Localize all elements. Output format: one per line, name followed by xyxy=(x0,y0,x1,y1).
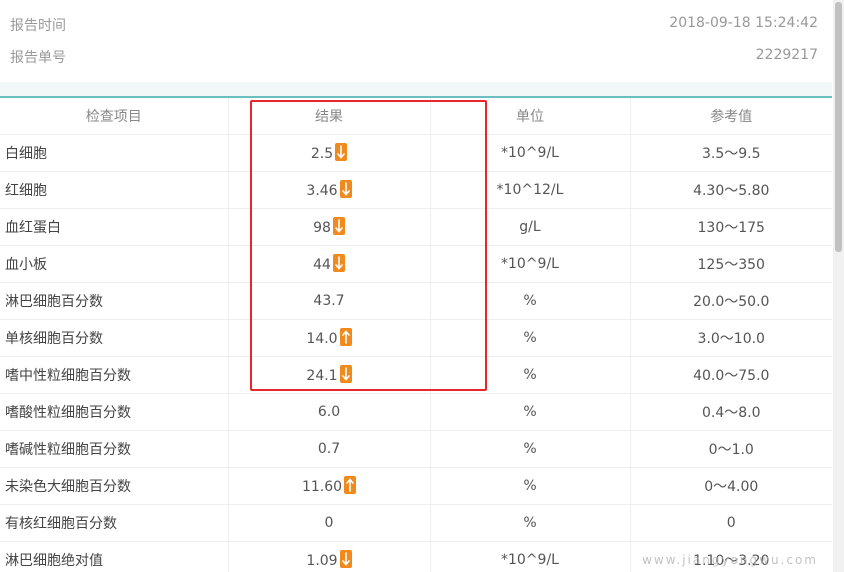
table-row: 红细胞 3.46 *10^12/L 4.30～5.80 xyxy=(0,171,832,209)
unit-cell: % xyxy=(430,393,631,431)
test-item-name: 红细胞 xyxy=(0,171,229,209)
section-gap xyxy=(0,82,832,96)
table-row: 嗜酸性粒细胞百分数 6.0% 0.4～8.0 xyxy=(0,393,832,431)
scrollbar-thumb[interactable] xyxy=(835,2,842,252)
report-number-label: 报告单号 xyxy=(10,50,66,66)
table-row: 白细胞 2.5 *10^9/L 3.5～9.5 xyxy=(0,134,832,172)
column-header-unit: 单位 xyxy=(430,98,631,135)
result-value: 3.46 xyxy=(306,183,338,199)
report-time-value: 2018-09-18 15:24:42 xyxy=(669,15,818,31)
reference-range-cell: 0 xyxy=(630,504,832,542)
test-item-name: 未染色大细胞百分数 xyxy=(0,467,229,505)
result-value: 98 xyxy=(313,220,331,236)
report-header: 报告时间 2018-09-18 15:24:42 报告单号 2229217 xyxy=(0,0,832,82)
test-item-name: 嗜碱性粒细胞百分数 xyxy=(0,430,229,468)
result-value: 14.0 xyxy=(306,331,338,347)
result-value: 2.5 xyxy=(310,146,334,162)
result-cell: 11.60 xyxy=(228,467,431,505)
result-cell: 0.7 xyxy=(228,430,431,468)
unit-cell: % xyxy=(430,319,631,357)
arrow-down-icon xyxy=(339,180,352,198)
result-cell: 2.5 xyxy=(228,134,431,172)
test-item-name: 淋巴细胞百分数 xyxy=(0,282,229,320)
table-row: 淋巴细胞百分数 43.7% 20.0～50.0 xyxy=(0,282,832,320)
test-item-name: 嗜酸性粒细胞百分数 xyxy=(0,393,229,431)
unit-cell: *10^9/L xyxy=(430,541,631,572)
table-row: 血小板 44 *10^9/L 125～350 xyxy=(0,245,832,283)
reference-range-cell: 0.4～8.0 xyxy=(630,393,832,431)
unit-cell: *10^12/L xyxy=(430,171,631,209)
result-value: 0.7 xyxy=(317,440,341,457)
table-row: 单核细胞百分数 14.0% 3.0～10.0 xyxy=(0,319,832,357)
result-value: 24.1 xyxy=(306,368,338,384)
unit-cell: *10^9/L xyxy=(430,134,631,172)
result-cell: 24.1 xyxy=(228,356,431,394)
column-header-item: 检查项目 xyxy=(0,98,229,135)
table-row: 有核红细胞百分数 0% 0 xyxy=(0,504,832,542)
unit-cell: % xyxy=(430,356,631,394)
column-header-reference: 参考值 xyxy=(630,98,832,135)
reference-range-cell: 3.0～10.0 xyxy=(630,319,832,357)
report-number-row: 报告单号 2229217 xyxy=(0,39,832,71)
unit-cell: % xyxy=(430,467,631,505)
reference-range-cell: 20.0～50.0 xyxy=(630,282,832,320)
table-header-row: 检查项目 结果 单位 参考值 xyxy=(0,98,832,135)
unit-cell: % xyxy=(430,282,631,320)
watermark: www.jiangyongwu.com xyxy=(642,553,818,567)
unit-cell: *10^9/L xyxy=(430,245,631,283)
result-value: 1.09 xyxy=(306,553,338,569)
reference-range-cell: 0～1.0 xyxy=(630,430,832,468)
result-cell: 43.7 xyxy=(228,282,431,320)
reference-range-cell: 3.5～9.5 xyxy=(630,134,832,172)
result-value: 11.60 xyxy=(301,479,343,495)
report-number-value: 2229217 xyxy=(755,47,818,63)
report-time-label: 报告时间 xyxy=(10,18,66,34)
result-value: 43.7 xyxy=(313,292,345,309)
test-item-name: 血红蛋白 xyxy=(0,208,229,246)
result-cell: 44 xyxy=(228,245,431,283)
arrow-down-icon xyxy=(339,365,352,383)
result-cell: 98 xyxy=(228,208,431,246)
arrow-down-icon xyxy=(339,550,352,568)
result-cell: 6.0 xyxy=(228,393,431,431)
test-item-name: 血小板 xyxy=(0,245,229,283)
report-time-row: 报告时间 2018-09-18 15:24:42 xyxy=(0,7,832,39)
table-row: 嗜中性粒细胞百分数 24.1% 40.0～75.0 xyxy=(0,356,832,394)
result-cell: 3.46 xyxy=(228,171,431,209)
test-item-name: 白细胞 xyxy=(0,134,229,172)
results-table-container[interactable]: 检查项目 结果 单位 参考值 白细胞 2.5 *10^9/L 3.5～9.5 红细胞 3.… xyxy=(0,98,832,572)
table-row: 嗜碱性粒细胞百分数 0.7% 0～1.0 xyxy=(0,430,832,468)
unit-cell: % xyxy=(430,504,631,542)
results-table: 检查项目 结果 单位 参考值 白细胞 2.5 *10^9/L 3.5～9.5 红细胞 3.… xyxy=(0,98,832,572)
unit-cell: g/L xyxy=(430,208,631,246)
result-cell: 1.09 xyxy=(228,541,431,572)
arrow-up-icon xyxy=(344,476,357,494)
arrow-down-icon xyxy=(332,254,345,272)
test-item-name: 有核红细胞百分数 xyxy=(0,504,229,542)
result-cell: 14.0 xyxy=(228,319,431,357)
test-item-name: 淋巴细胞绝对值 xyxy=(0,541,229,572)
reference-range-cell: 130～175 xyxy=(630,208,832,246)
arrow-down-icon xyxy=(332,217,345,235)
test-item-name: 嗜中性粒细胞百分数 xyxy=(0,356,229,394)
result-cell: 0 xyxy=(228,504,431,542)
arrow-down-icon xyxy=(335,143,348,161)
column-header-result: 结果 xyxy=(228,98,431,135)
table-row: 未染色大细胞百分数 11.60% 0～4.00 xyxy=(0,467,832,505)
result-value: 44 xyxy=(313,257,331,273)
reference-range-cell: 125～350 xyxy=(630,245,832,283)
result-value: 0 xyxy=(324,514,334,531)
arrow-up-icon xyxy=(339,328,352,346)
unit-cell: % xyxy=(430,430,631,468)
reference-range-cell: 40.0～75.0 xyxy=(630,356,832,394)
reference-range-cell: 0～4.00 xyxy=(630,467,832,505)
test-item-name: 单核细胞百分数 xyxy=(0,319,229,357)
table-row: 血红蛋白 98 g/L 130～175 xyxy=(0,208,832,246)
result-value: 6.0 xyxy=(317,403,341,420)
reference-range-cell: 4.30～5.80 xyxy=(630,171,832,209)
